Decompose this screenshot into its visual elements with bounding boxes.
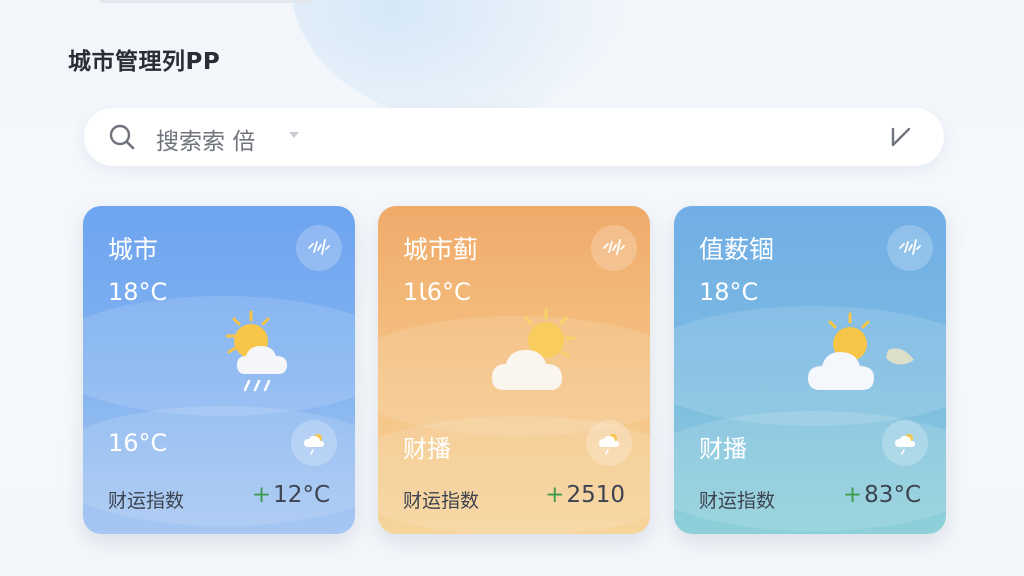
sun-cloud-moon-icon	[808, 312, 914, 390]
cloud-drizzle-icon	[304, 434, 324, 455]
fortune-index-label: 财运指数	[699, 490, 776, 512]
city-name: 城市	[108, 235, 159, 264]
search-icon	[109, 124, 135, 150]
index-number: 2510	[566, 482, 625, 508]
sun-cloud-icon	[492, 308, 576, 390]
city-card[interactable]: 城市 18°C 16°C 财运指数 +12°C	[83, 206, 355, 534]
fortune-index-value: +2510	[545, 482, 625, 508]
index-number: 83°C	[864, 482, 921, 508]
wind-icon	[899, 239, 921, 255]
fortune-index-value: +12°C	[252, 482, 330, 508]
wind-icon	[603, 239, 625, 255]
weather-desc: 财播	[699, 435, 747, 463]
cloud-badge[interactable]	[586, 420, 632, 466]
secondary-temp: 16°C	[108, 429, 168, 457]
search-input[interactable]: 搜索索 倍	[156, 122, 255, 156]
plus-sign: +	[842, 482, 863, 508]
sun-cloud-rain-icon	[225, 310, 287, 392]
plus-sign: +	[251, 482, 272, 508]
city-card[interactable]: 值薮锢 18°C 财播 财运指数 +83°C	[674, 206, 946, 534]
cloud-drizzle-icon	[599, 434, 619, 455]
fortune-index-value: +83°C	[843, 482, 921, 508]
edit-icon[interactable]	[888, 124, 914, 150]
index-number: 12°C	[273, 482, 330, 508]
city-name: 城市蓟	[403, 235, 479, 264]
top-divider	[100, 0, 310, 3]
chevron-down-icon[interactable]	[289, 132, 299, 138]
fortune-index-label: 财运指数	[108, 490, 185, 512]
city-card[interactable]: 城市蓟 1Ɩ6°C 财播 财运指数 +2510	[378, 206, 650, 534]
cloud-badge[interactable]	[882, 420, 928, 466]
fortune-index-label: 财运指数	[403, 490, 480, 512]
current-temp: 18°C	[699, 278, 759, 306]
search-bar[interactable]: 搜索索 倍	[84, 108, 944, 166]
weather-desc: 财播	[403, 435, 451, 463]
cloud-drizzle-icon	[895, 434, 915, 455]
wind-badge[interactable]	[887, 225, 933, 271]
current-temp: 18°C	[108, 278, 168, 306]
wind-badge[interactable]	[591, 225, 637, 271]
plus-sign: +	[545, 482, 565, 508]
city-name: 值薮锢	[699, 235, 775, 264]
page-title: 城市管理列PP	[68, 49, 221, 75]
wind-badge[interactable]	[296, 225, 342, 271]
current-temp: 1Ɩ6°C	[403, 278, 471, 306]
wind-icon	[308, 239, 330, 255]
cloud-badge[interactable]	[291, 420, 337, 466]
background-blob	[290, 0, 630, 120]
